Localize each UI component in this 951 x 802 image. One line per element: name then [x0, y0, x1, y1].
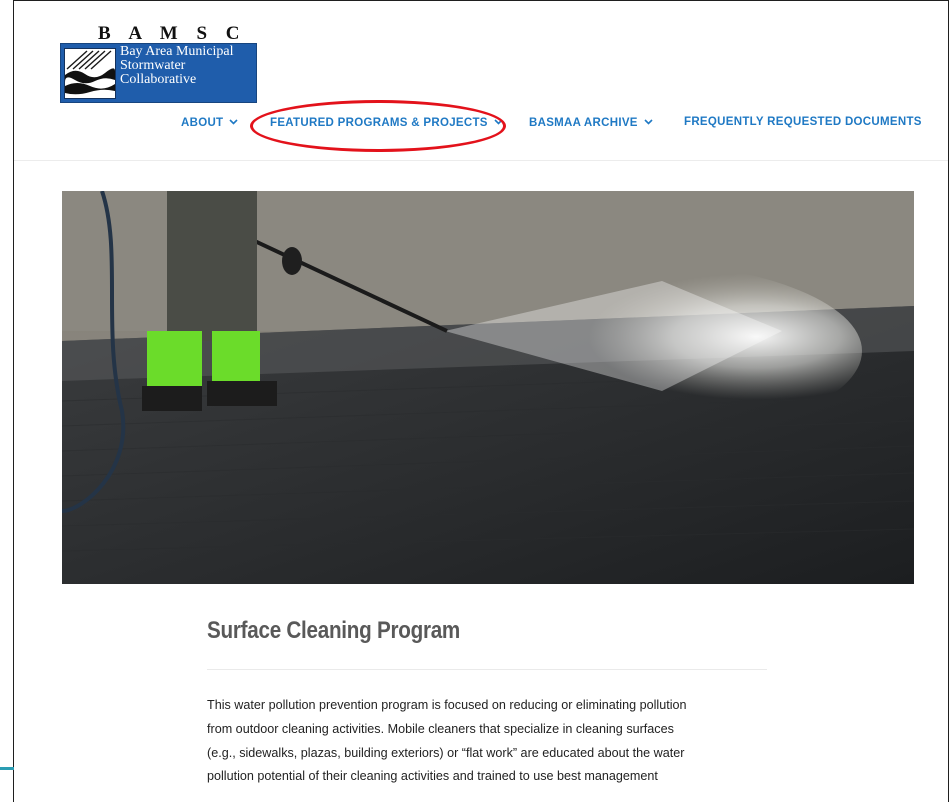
site-logo[interactable]: B A M S C Bay Area Municipal Stormwater …: [60, 24, 260, 103]
paragraph-line: This water pollution prevention program …: [207, 698, 687, 712]
logo-acronym: B A M S C: [98, 23, 247, 44]
nav-item-frequently-requested-documents[interactable]: FREQUENTLY REQUESTED DOCUMENTS: [684, 116, 922, 128]
nav-item-featured-programs[interactable]: FEATURED PROGRAMS & PROJECTS: [270, 116, 503, 129]
chevron-down-icon: [494, 116, 503, 128]
nav-item-label: ABOUT: [181, 117, 224, 129]
logo-text: Bay Area Municipal Stormwater Collaborat…: [120, 45, 234, 87]
paragraph-line: from outdoor cleaning activities. Mobile…: [207, 721, 674, 736]
logo-wave-icon: [64, 48, 116, 99]
logo-box: Bay Area Municipal Stormwater Collaborat…: [60, 43, 257, 103]
chevron-down-icon: [229, 116, 238, 128]
intro-paragraph: This water pollution prevention program …: [207, 694, 767, 789]
logo-line-2: Stormwater: [120, 58, 186, 73]
nav-item-label: FEATURED PROGRAMS & PROJECTS: [270, 117, 488, 129]
paragraph-line: (e.g., sidewalks, plazas, building exter…: [207, 745, 685, 760]
header-divider: [14, 160, 948, 161]
chevron-down-icon: [644, 116, 653, 128]
page-title: Surface Cleaning Program: [207, 617, 461, 644]
logo-line-3: Collaborative: [120, 72, 197, 87]
nav-item-label: BASMAA ARCHIVE: [529, 117, 638, 129]
main-nav: ABOUT FEATURED PROGRAMS & PROJECTS BASMA…: [0, 116, 951, 132]
nav-item-label: FREQUENTLY REQUESTED DOCUMENTS: [684, 116, 922, 128]
nav-item-basmaa-archive[interactable]: BASMAA ARCHIVE: [529, 116, 653, 129]
side-accent-bar: [0, 767, 14, 770]
pressure-washing-photo-icon: [62, 191, 914, 584]
hero-image: [62, 191, 914, 584]
logo-line-1: Bay Area Municipal: [120, 44, 234, 59]
nav-item-about[interactable]: ABOUT: [181, 116, 238, 129]
paragraph-line: pollution potential of their cleaning ac…: [207, 769, 658, 784]
title-divider: [207, 669, 767, 670]
